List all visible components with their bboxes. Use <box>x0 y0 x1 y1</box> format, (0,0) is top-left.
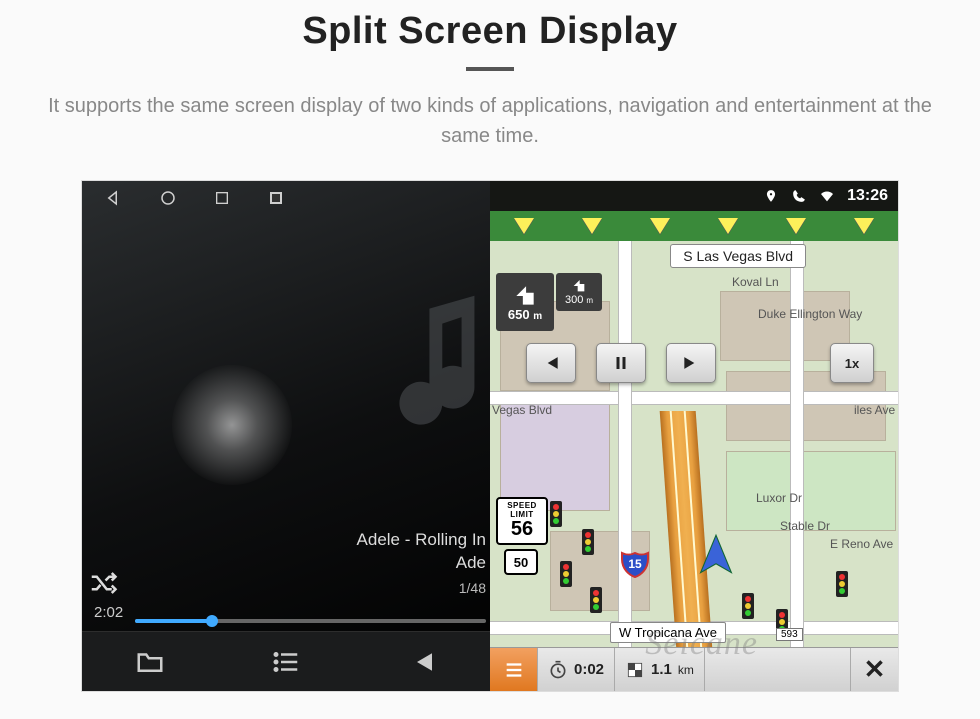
next-unit: m <box>586 296 593 305</box>
sim-playback-controls: 1x <box>526 343 874 383</box>
sim-next-button[interactable] <box>666 343 716 383</box>
distance-value: 1.1 <box>651 661 672 678</box>
phone-icon <box>791 188 807 204</box>
lane-arrow-icon <box>514 218 534 234</box>
page-subtitle: It supports the same screen display of t… <box>40 91 940 151</box>
next-turn: 300 m <box>556 273 602 311</box>
vehicle-cursor-icon <box>694 533 738 582</box>
traffic-light-icon <box>836 571 848 597</box>
android-nav-bar <box>82 181 490 215</box>
spotlight-glow <box>172 365 292 485</box>
clock-time: 13:26 <box>847 187 888 205</box>
turn-distance: 650 <box>508 307 530 322</box>
recent-apps-icon[interactable] <box>212 188 232 208</box>
music-player-pane: Adele - Rolling In Ade 1/48 2:02 <box>82 181 490 691</box>
map-label-duke: Duke Ellington Way <box>758 307 862 321</box>
traffic-light-icon <box>742 593 754 619</box>
eta-value: 0:02 <box>574 661 604 678</box>
folder-icon[interactable] <box>132 644 168 680</box>
highway <box>660 411 713 649</box>
speed-limit-value: 56 <box>498 519 546 539</box>
turn-panel: 650 m 300 m <box>496 273 602 331</box>
lane-arrow-icon <box>650 218 670 234</box>
map-label-luxor: Luxor Dr <box>756 491 802 505</box>
location-icon <box>763 188 779 204</box>
sim-pause-button[interactable] <box>596 343 646 383</box>
exit-number: 593 <box>776 628 803 641</box>
svg-text:15: 15 <box>628 557 642 571</box>
music-bottom-bar <box>82 631 490 691</box>
eta-section[interactable]: 0:02 <box>538 648 615 691</box>
speed-limit-sign: SPEED LIMIT 56 <box>496 497 548 545</box>
nav-close-button[interactable]: ✕ <box>850 648 898 691</box>
map-label-miles: iles Ave <box>854 403 895 417</box>
gallery-icon[interactable] <box>266 188 286 208</box>
speed-limit-label1: SPEED <box>498 501 546 510</box>
primary-turn: 650 m <box>496 273 554 331</box>
status-bar: 13:26 <box>490 181 898 211</box>
album-art-area <box>82 215 490 529</box>
next-distance: 300 <box>565 294 583 306</box>
route-shield: 50 <box>504 549 538 575</box>
shuffle-button[interactable] <box>82 568 124 598</box>
sim-prev-button[interactable] <box>526 343 576 383</box>
home-icon[interactable] <box>158 188 178 208</box>
lane-arrow-icon <box>786 218 806 234</box>
lane-guidance-bar <box>490 211 898 241</box>
lane-arrow-icon <box>718 218 738 234</box>
back-icon[interactable] <box>104 188 124 208</box>
elapsed-time: 2:02 <box>94 604 123 623</box>
lane-arrow-icon <box>582 218 602 234</box>
nav-menu-button[interactable] <box>490 648 538 691</box>
distance-unit: km <box>678 663 694 677</box>
lane-arrow-icon <box>854 218 874 234</box>
progress-slider[interactable] <box>135 619 486 623</box>
turn-unit: m <box>533 311 542 322</box>
navigation-pane: Koval Ln Duke Ellington Way Vegas Blvd i… <box>490 181 898 691</box>
track-title-line1: Adele - Rolling In <box>357 529 486 552</box>
page-title: Split Screen Display <box>0 10 980 53</box>
brand-watermark: Seicane <box>645 625 758 663</box>
wifi-icon <box>819 188 835 204</box>
track-counter: 1/48 <box>357 579 486 598</box>
map-label-koval: Koval Ln <box>732 275 779 289</box>
track-title-line2: Ade <box>357 552 486 575</box>
map-label-stable: Stable Dr <box>780 519 830 533</box>
traffic-light-icon <box>590 587 602 613</box>
traffic-light-icon <box>582 529 594 555</box>
interstate-shield-icon: 15 <box>620 549 650 579</box>
traffic-light-icon <box>550 501 562 527</box>
map-label-reno: E Reno Ave <box>830 537 893 551</box>
track-info: Adele - Rolling In Ade 1/48 <box>357 529 490 598</box>
traffic-light-icon <box>560 561 572 587</box>
sim-speed-button[interactable]: 1x <box>830 343 874 383</box>
playlist-icon[interactable] <box>268 644 304 680</box>
map-label-vegas: Vegas Blvd <box>492 403 552 417</box>
title-underline <box>466 67 514 71</box>
device-screenshot: Adele - Rolling In Ade 1/48 2:02 <box>82 181 898 691</box>
current-street-sign: S Las Vegas Blvd <box>670 244 806 268</box>
previous-track-icon[interactable] <box>404 644 440 680</box>
